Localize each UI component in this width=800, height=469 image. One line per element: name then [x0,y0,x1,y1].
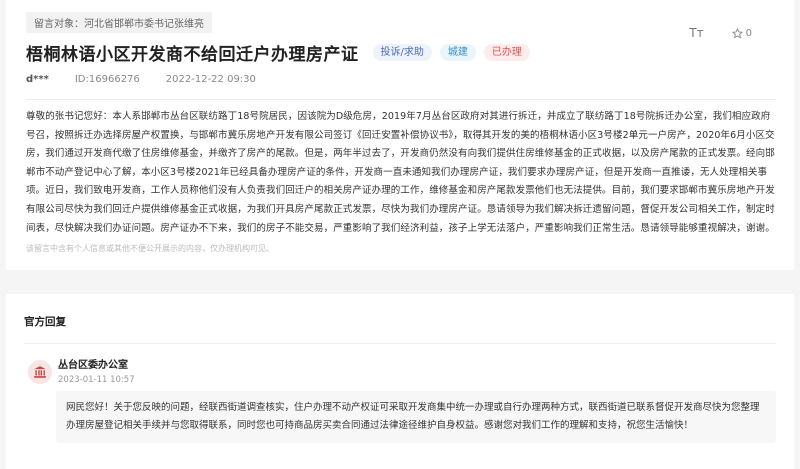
government-building-icon [34,366,46,378]
tag-status: 已办理 [483,44,530,61]
reply-content: 网民您好！关于您反映的问题，经联西街道调查核实，住户办理不动产权证可采取开发商集… [56,391,776,443]
title-row: 梧桐林语小区开发商不给回迁户办理房产证 投诉/求助 城建 已办理 [26,40,776,65]
message-body: 尊敬的张书记您好：本人系邯郸市丛台区联纺路丁18号院居民，因该院为D级危房，20… [26,111,775,234]
favorite-count: 0 [745,27,752,39]
star-icon [731,27,743,39]
message-id: ID:16966276 [74,74,140,85]
reply-header: 丛台区委办公室 2023-01-11 10:57 [28,356,776,385]
page-title: 梧桐林语小区开发商不给回迁户办理房产证 [26,45,359,65]
message-target-chip: 留言对象：河北省邯郸市委书记张维亮 [26,12,212,33]
message-card: 留言对象：河北省邯郸市委书记张维亮 Tт 0 梧桐林语小区开发商不给回迁户办理房… [6,0,794,270]
message-date: 2022-12-22 09:30 [165,74,256,85]
tag-field: 城建 [439,44,476,61]
font-size-icon[interactable]: Tт [689,26,703,40]
privacy-note: 该留言中含有个人信息或其他不便公开展示的内容，仅办理机构可见。 [26,244,274,254]
reply-section-title: 官方回复 [24,316,66,328]
reply-card: 官方回复 丛台区委办公室 2023-01-11 10:57 网民您好！关于您反映… [6,294,794,469]
author-name: d*** [26,74,49,85]
message-meta: d*** ID:16966276 2022-12-22 09:30 [26,74,776,85]
tag-category: 投诉/求助 [372,44,432,61]
toolbar: Tт 0 [689,26,752,40]
avatar [28,360,52,384]
favorite-button[interactable]: 0 [731,27,752,39]
reply-org-name: 丛台区委办公室 [58,360,128,371]
divider [26,99,776,100]
divider [24,343,776,344]
reply-date: 2023-01-11 10:57 [58,375,135,385]
